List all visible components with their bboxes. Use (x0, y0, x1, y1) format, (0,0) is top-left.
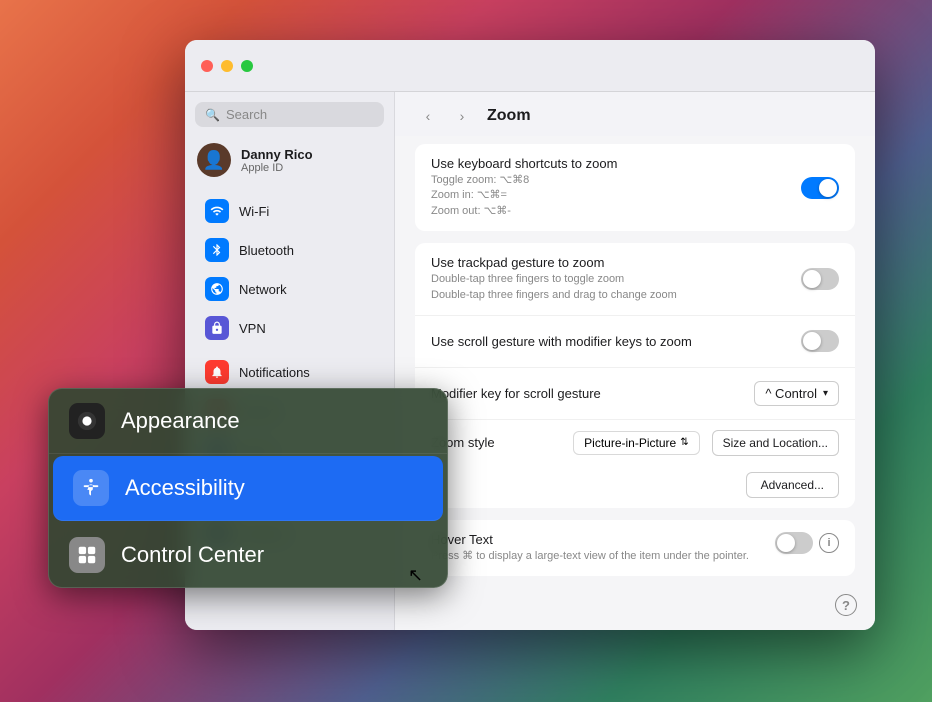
zoom-style-row: Zoom style Picture-in-Picture ⇅ Size and… (415, 420, 855, 466)
hover-text-info-button[interactable]: i (819, 533, 839, 553)
trackpad-gesture-row: Use trackpad gesture to zoom Double-tap … (415, 243, 855, 316)
avatar: 👤 (197, 143, 231, 177)
sidebar-item-network[interactable]: Network (191, 270, 388, 308)
network-label: Network (239, 282, 287, 297)
sidebar-item-notifications[interactable]: Notifications (191, 353, 388, 391)
keyboard-shortcuts-toggle[interactable] (801, 177, 839, 199)
notifications-label: Notifications (239, 365, 310, 380)
modifier-value: ^ Control (765, 386, 817, 401)
vpn-icon (205, 316, 229, 340)
keyboard-shortcuts-label: Use keyboard shortcuts to zoom (431, 156, 801, 171)
advanced-row: Advanced... (415, 466, 855, 508)
hover-text-label: Hover Text (431, 532, 763, 547)
wifi-label: Wi-Fi (239, 204, 269, 219)
content-title: Zoom (487, 107, 531, 125)
modifier-label: Modifier key for scroll gesture (431, 386, 754, 401)
search-bar[interactable]: 🔍 Search (195, 102, 384, 127)
bluetooth-label: Bluetooth (239, 243, 294, 258)
scroll-label: Use scroll gesture with modifier keys to… (431, 334, 801, 349)
sidebar-item-wifi[interactable]: Wi-Fi (191, 192, 388, 230)
sidebar-item-vpn[interactable]: VPN (191, 309, 388, 347)
user-info: Danny Rico Apple ID (241, 147, 313, 174)
scroll-gesture-row: Use scroll gesture with modifier keys to… (415, 316, 855, 368)
zoom-style-label: Zoom style (431, 435, 561, 450)
zoom-options-group: Use trackpad gesture to zoom Double-tap … (415, 243, 855, 508)
pip-arrows-icon: ⇅ (680, 437, 688, 448)
search-placeholder: Search (226, 107, 267, 122)
advanced-button[interactable]: Advanced... (746, 472, 839, 498)
user-profile[interactable]: 👤 Danny Rico Apple ID (185, 135, 394, 189)
title-bar (185, 40, 875, 92)
user-name: Danny Rico (241, 147, 313, 162)
bluetooth-icon (205, 238, 229, 262)
pip-label: Picture-in-Picture (584, 436, 676, 450)
size-location-button[interactable]: Size and Location... (712, 430, 839, 456)
close-button[interactable] (201, 60, 213, 72)
content-header: ‹ › Zoom (395, 92, 875, 136)
sidebar-section-connectivity: Wi-Fi Bluetooth Network (185, 189, 394, 350)
keyboard-shortcuts-sublabel: Toggle zoom: ⌥⌘8Zoom in: ⌥⌘=Zoom out: ⌥⌘… (431, 173, 801, 219)
help-button[interactable]: ? (835, 594, 857, 616)
forward-button[interactable]: › (449, 106, 475, 126)
zoom-popup: Appearance Accessibility Control Center (48, 388, 448, 588)
hover-text-controls: i (775, 532, 839, 554)
keyboard-shortcuts-group: Use keyboard shortcuts to zoom Toggle zo… (415, 144, 855, 231)
notifications-icon (205, 360, 229, 384)
pip-select[interactable]: Picture-in-Picture ⇅ (573, 431, 699, 455)
window-controls (201, 60, 253, 72)
control-center-icon (69, 537, 105, 573)
hover-text-toggle[interactable] (775, 532, 813, 554)
hover-text-row: Hover Text Press ⌘ to display a large-te… (415, 520, 855, 576)
appearance-icon (69, 403, 105, 439)
scroll-toggle[interactable] (801, 330, 839, 352)
trackpad-label-group: Use trackpad gesture to zoom Double-tap … (431, 255, 801, 303)
trackpad-toggle[interactable] (801, 268, 839, 290)
chevron-down-icon: ▾ (823, 388, 828, 399)
keyboard-shortcuts-row: Use keyboard shortcuts to zoom Toggle zo… (415, 144, 855, 231)
main-content: ‹ › Zoom Use keyboard shortcuts to zoom … (395, 92, 875, 630)
maximize-button[interactable] (241, 60, 253, 72)
trackpad-sublabel: Double-tap three fingers to toggle zoomD… (431, 272, 801, 303)
user-subtitle: Apple ID (241, 162, 313, 174)
scroll-label-group: Use scroll gesture with modifier keys to… (431, 334, 801, 349)
modifier-label-group: Modifier key for scroll gesture (431, 386, 754, 401)
minimize-button[interactable] (221, 60, 233, 72)
keyboard-shortcuts-label-group: Use keyboard shortcuts to zoom Toggle zo… (431, 156, 801, 219)
sidebar-item-bluetooth[interactable]: Bluetooth (191, 231, 388, 269)
hover-text-group: Hover Text Press ⌘ to display a large-te… (415, 520, 855, 576)
accessibility-label: Accessibility (125, 475, 245, 501)
zoom-popup-item-control-center[interactable]: Control Center (49, 523, 447, 587)
network-icon (205, 277, 229, 301)
back-button[interactable]: ‹ (415, 106, 441, 126)
wifi-icon (205, 199, 229, 223)
settings-container: Use keyboard shortcuts to zoom Toggle zo… (395, 136, 875, 596)
hover-text-label-group: Hover Text Press ⌘ to display a large-te… (431, 532, 763, 564)
appearance-label: Appearance (121, 408, 240, 434)
search-icon: 🔍 (205, 108, 220, 122)
zoom-popup-item-appearance[interactable]: Appearance (49, 389, 447, 454)
accessibility-icon (73, 470, 109, 506)
modifier-dropdown[interactable]: ^ Control ▾ (754, 381, 839, 406)
zoom-popup-item-accessibility[interactable]: Accessibility (53, 456, 443, 521)
control-center-label: Control Center (121, 542, 264, 568)
modifier-key-row: Modifier key for scroll gesture ^ Contro… (415, 368, 855, 420)
vpn-label: VPN (239, 321, 266, 336)
trackpad-label: Use trackpad gesture to zoom (431, 255, 801, 270)
hover-text-sublabel: Press ⌘ to display a large-text view of … (431, 549, 763, 564)
